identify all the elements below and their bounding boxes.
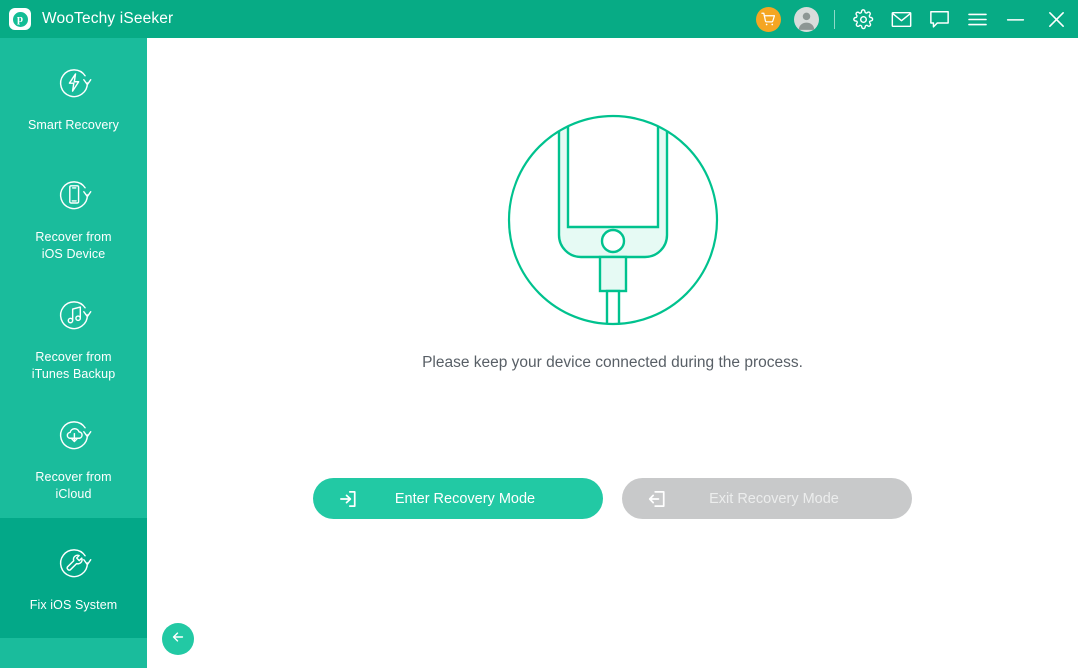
cloud-refresh-icon (53, 414, 95, 456)
sidebar-item-label: Fix iOS System (30, 597, 118, 614)
arrow-left-icon (170, 629, 186, 650)
sidebar-item-recover-icloud[interactable]: Recover fromiCloud (0, 398, 147, 518)
back-button[interactable] (162, 623, 194, 655)
app-logo-glyph: p (13, 12, 28, 27)
bolt-refresh-icon (53, 62, 95, 104)
cart-icon[interactable] (749, 0, 787, 38)
sidebar-item-label: Recover fromiCloud (35, 469, 111, 503)
application-window: p WooTechy iSeeker (0, 0, 1078, 668)
settings-gear-icon[interactable] (844, 0, 882, 38)
main-content: Please keep your device connected during… (147, 38, 1078, 668)
recovery-mode-actions: Enter Recovery Mode Exit Recovery Mode (147, 478, 1078, 519)
wrench-refresh-icon (53, 542, 95, 584)
phone-refresh-icon (53, 174, 95, 216)
sidebar-item-recover-ios-device[interactable]: Recover fromiOS Device (0, 158, 147, 278)
app-logo-icon: p (9, 8, 31, 30)
sidebar-navigation: Smart Recovery Recover fromiOS Device (0, 38, 147, 668)
account-avatar-icon[interactable] (787, 0, 825, 38)
connection-hint-text: Please keep your device connected during… (147, 354, 1078, 372)
title-bar-controls (749, 0, 1078, 38)
sidebar-item-label: Smart Recovery (28, 117, 119, 134)
app-brand: p WooTechy iSeeker (0, 8, 173, 30)
sidebar-item-smart-recovery[interactable]: Smart Recovery (0, 38, 147, 158)
toolbar-divider (834, 10, 835, 29)
sidebar-item-fix-ios-system[interactable]: Fix iOS System (0, 518, 147, 638)
exit-arrow-icon (646, 488, 668, 510)
close-icon[interactable] (1034, 0, 1078, 38)
mail-icon[interactable] (882, 0, 920, 38)
enter-arrow-icon (337, 488, 359, 510)
minimize-icon[interactable] (996, 0, 1034, 38)
feedback-chat-icon[interactable] (920, 0, 958, 38)
music-refresh-icon (53, 294, 95, 336)
sidebar-item-label: Recover fromiOS Device (35, 229, 111, 263)
exit-recovery-mode-button[interactable]: Exit Recovery Mode (622, 478, 912, 519)
device-charging-connected-illustration (503, 110, 723, 330)
enter-recovery-mode-button[interactable]: Enter Recovery Mode (313, 478, 603, 519)
sidebar-item-label: Recover fromiTunes Backup (32, 349, 116, 383)
app-title: WooTechy iSeeker (42, 10, 173, 28)
sidebar-item-recover-itunes-backup[interactable]: Recover fromiTunes Backup (0, 278, 147, 398)
menu-hamburger-icon[interactable] (958, 0, 996, 38)
title-bar: p WooTechy iSeeker (0, 0, 1078, 38)
